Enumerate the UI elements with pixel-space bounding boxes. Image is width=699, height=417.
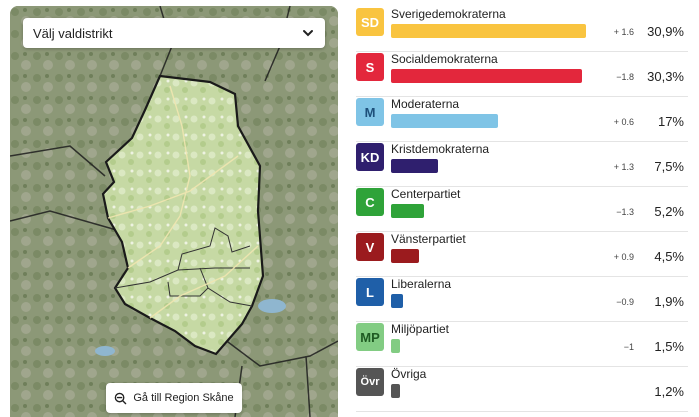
party-name: Liberalerna: [391, 277, 452, 291]
party-row-sd[interactable]: SD Sverigedemokraterna + 1.6 30,9%: [356, 7, 688, 52]
vote-change: + 0.6: [613, 117, 634, 127]
row-divider: [356, 411, 688, 412]
party-row-c[interactable]: C Centerpartiet −1.3 5,2%: [356, 187, 688, 232]
party-name: Socialdemokraterna: [391, 52, 498, 66]
zoom-out-icon: [115, 392, 127, 404]
lake: [95, 346, 115, 356]
party-name: Sverigedemokraterna: [391, 7, 506, 21]
vote-percent: 17%: [657, 114, 684, 129]
party-name: Vänsterpartiet: [391, 232, 466, 246]
party-badge: C: [356, 188, 384, 216]
party-badge: MP: [356, 323, 384, 351]
party-name: Kristdemokraterna: [391, 142, 490, 156]
map-panel[interactable]: Välj valdistrikt Gå till Region Skåne: [10, 6, 338, 417]
party-name: Övriga: [391, 367, 427, 381]
party-badge: KD: [356, 143, 384, 171]
vote-share-bar: [391, 249, 420, 263]
vote-percent: 7,5%: [654, 159, 684, 174]
vote-percent: 4,5%: [654, 249, 684, 264]
party-name: Centerpartiet: [391, 187, 461, 201]
party-row-s[interactable]: S Socialdemokraterna −1.8 30,3%: [356, 52, 688, 97]
party-badge: L: [356, 278, 384, 306]
vote-percent: 30,9%: [647, 24, 684, 39]
vote-change: + 0.9: [613, 252, 634, 262]
party-name: Miljöpartiet: [391, 322, 450, 336]
vote-percent: 5,2%: [654, 204, 684, 219]
go-to-region-label: Gå till Region Skåne: [133, 392, 234, 404]
chevron-down-icon: [303, 30, 313, 37]
vote-change: −0.9: [616, 297, 634, 307]
vote-share-bar: [391, 294, 403, 308]
party-badge: SD: [356, 8, 384, 36]
party-row-v[interactable]: V Vänsterpartiet + 0.9 4,5%: [356, 232, 688, 277]
vote-percent: 1,2%: [654, 384, 684, 399]
vote-share-bar: [391, 69, 583, 83]
party-badge: S: [356, 53, 384, 81]
district-map[interactable]: [10, 6, 338, 417]
party-row-mp[interactable]: MP Miljöpartiet −1 1,5%: [356, 322, 688, 367]
district-select-label: Välj valdistrikt: [33, 25, 113, 41]
vote-share-bar: [391, 339, 401, 353]
vote-change: −1.8: [616, 72, 634, 82]
vote-change: + 1.3: [613, 162, 634, 172]
vote-share-bar: [391, 24, 586, 38]
vote-percent: 1,9%: [654, 294, 684, 309]
vote-share-bar: [391, 114, 499, 128]
vote-share-bar: [391, 159, 439, 173]
party-row-m[interactable]: M Moderaterna + 0.6 17%: [356, 97, 688, 142]
party-badge: V: [356, 233, 384, 261]
vote-change: −1: [623, 342, 634, 352]
district-select[interactable]: Välj valdistrikt: [23, 18, 325, 48]
party-name: Moderaterna: [391, 97, 460, 111]
vote-change: + 1.6: [613, 27, 634, 37]
go-to-region-button[interactable]: Gå till Region Skåne: [106, 383, 242, 413]
party-row-l[interactable]: L Liberalerna −0.9 1,9%: [356, 277, 688, 322]
lake: [258, 299, 286, 313]
vote-percent: 1,5%: [654, 339, 684, 354]
party-row-kd[interactable]: KD Kristdemokraterna + 1.3 7,5%: [356, 142, 688, 187]
vote-share-bar: [391, 384, 400, 398]
vote-share-bar: [391, 204, 424, 218]
party-badge: M: [356, 98, 384, 126]
results-list: SD Sverigedemokraterna + 1.6 30,9% S Socialde…: [356, 0, 688, 417]
party-badge: Övr: [356, 368, 384, 396]
party-row-övr[interactable]: Övr Övriga 1,2%: [356, 367, 688, 412]
vote-change: −1.3: [616, 207, 634, 217]
vote-percent: 30,3%: [647, 69, 684, 84]
